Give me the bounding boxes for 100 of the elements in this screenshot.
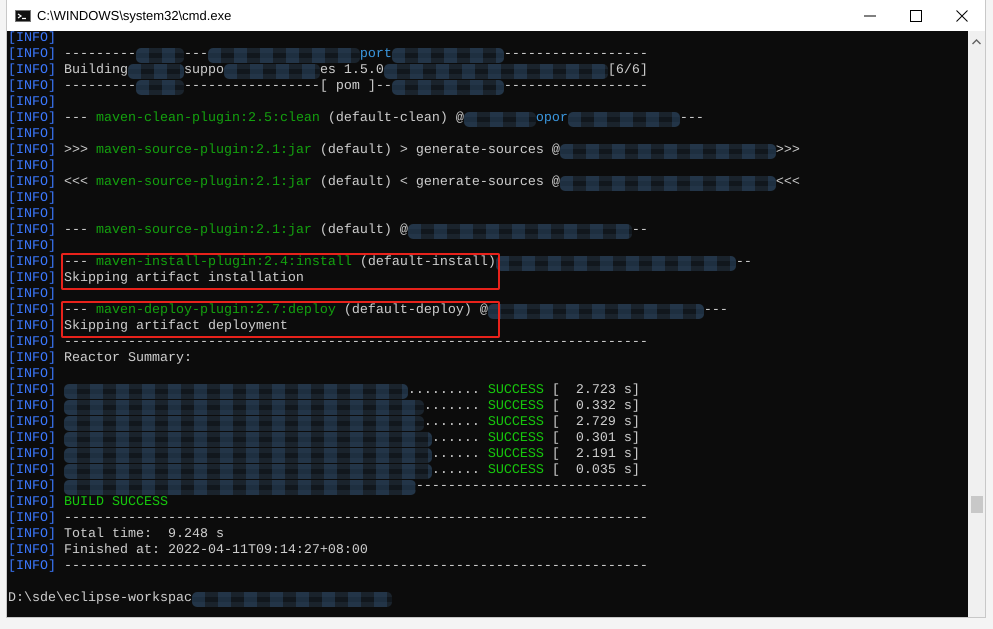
- terminal-icon: [15, 10, 31, 22]
- log-text: [ 2.729 s]: [550, 415, 640, 431]
- log-level-tag: [INFO]: [8, 95, 56, 111]
- status-text: SUCCESS: [488, 431, 544, 447]
- log-text: D:\sde\eclipse-workspac: [8, 591, 192, 607]
- log-level-tag: [INFO]: [8, 527, 56, 543]
- log-text: [ 2.191 s]: [550, 447, 640, 463]
- minimize-icon: [864, 14, 876, 16]
- log-level-tag: [INFO]: [8, 463, 56, 479]
- log-text: -------------------------------------------------------------------------: [64, 511, 648, 527]
- log-level-tag: [INFO]: [8, 79, 56, 95]
- scroll-up-icon[interactable]: [972, 39, 981, 45]
- log-text: ---: [64, 111, 89, 127]
- log-level-tag: [INFO]: [8, 367, 56, 383]
- log-text: ------------------: [504, 79, 648, 95]
- redacted-text: [136, 80, 184, 94]
- plugin-goal: maven-install-plugin:2.4:install: [96, 255, 352, 271]
- log-text: [ 0.035 s]: [550, 463, 640, 479]
- log-text: Building: [64, 63, 128, 79]
- log-level-tag: [INFO]: [8, 447, 56, 463]
- log-level-tag: [INFO]: [8, 511, 56, 527]
- plugin-goal: maven-source-plugin:2.1:jar: [96, 143, 312, 159]
- log-text: [ 0.332 s]: [550, 399, 640, 415]
- log-text: ......: [432, 463, 481, 479]
- log-text: ---: [704, 303, 728, 319]
- log-text: es 1.5.0: [320, 63, 384, 79]
- log-level-tag: [INFO]: [8, 399, 56, 415]
- log-level-tag: [INFO]: [8, 63, 56, 79]
- log-text: <<<: [64, 175, 89, 191]
- log-text: --: [632, 223, 648, 239]
- log-text: .......: [424, 415, 481, 431]
- log-text: ---: [64, 223, 89, 239]
- log-text: (default) > generate-sources @: [318, 143, 560, 159]
- plugin-goal: maven-source-plugin:2.1:jar: [96, 175, 312, 191]
- log-level-tag: [INFO]: [8, 271, 56, 287]
- log-text: [6/6]: [608, 63, 648, 79]
- log-text: ---: [64, 303, 89, 319]
- log-level-tag: [INFO]: [8, 559, 56, 575]
- log-text: Skipping artifact deployment: [64, 319, 288, 335]
- module-name: port: [360, 47, 392, 63]
- module-name: opor: [536, 111, 568, 127]
- log-text: ......: [432, 447, 481, 463]
- log-text: (default-deploy) @: [342, 303, 488, 319]
- log-level-tag: [INFO]: [8, 191, 56, 207]
- plugin-goal: maven-clean-plugin:2.5:clean: [96, 111, 320, 127]
- log-text: .......: [424, 399, 481, 415]
- status-text: SUCCESS: [488, 399, 544, 415]
- log-level-tag: [INFO]: [8, 31, 56, 47]
- log-level-tag: [INFO]: [8, 111, 56, 127]
- log-text: ---: [680, 111, 704, 127]
- log-level-tag: [INFO]: [8, 175, 56, 191]
- log-text: -----------------[ pom ]--: [184, 79, 392, 95]
- log-level-tag: [INFO]: [8, 239, 56, 255]
- close-icon: [956, 10, 968, 22]
- log-text: ---------: [64, 79, 136, 95]
- log-text: [ 2.723 s]: [550, 383, 640, 399]
- window-title: C:\WINDOWS\system32\cmd.exe: [37, 8, 232, 23]
- log-text: Skipping artifact installation: [64, 271, 304, 287]
- log-text: >>>: [776, 143, 800, 159]
- log-text: -------------------------------------------------------------------------: [64, 335, 648, 351]
- log-text: (default-install): [358, 255, 496, 271]
- status-text: SUCCESS: [488, 415, 544, 431]
- log-level-tag: [INFO]: [8, 303, 56, 319]
- log-text: suppo: [184, 63, 224, 79]
- log-text: (default) @: [318, 223, 408, 239]
- log-level-tag: [INFO]: [8, 207, 56, 223]
- plugin-goal: maven-deploy-plugin:2.7:deploy: [96, 303, 336, 319]
- log-level-tag: [INFO]: [8, 431, 56, 447]
- status-text: SUCCESS: [488, 383, 544, 399]
- log-text: [ 0.301 s]: [550, 431, 640, 447]
- log-text: ---------: [64, 47, 136, 63]
- log-level-tag: [INFO]: [8, 351, 56, 367]
- log-level-tag: [INFO]: [8, 415, 56, 431]
- log-text: ------------------: [504, 47, 648, 63]
- scrollbar[interactable]: [968, 31, 985, 617]
- log-level-tag: [INFO]: [8, 127, 56, 143]
- log-level-tag: [INFO]: [8, 319, 56, 335]
- status-text: SUCCESS: [488, 447, 544, 463]
- log-text: Total time: 9.248 s: [64, 527, 224, 543]
- log-level-tag: [INFO]: [8, 159, 56, 175]
- log-text: -----------------------------: [416, 479, 648, 495]
- log-text: .........: [408, 383, 481, 399]
- log-text: >>>: [64, 143, 89, 159]
- log-text: (default) < generate-sources @: [318, 175, 560, 191]
- log-text: (default-clean) @: [326, 111, 464, 127]
- log-level-tag: [INFO]: [8, 479, 56, 495]
- redacted-text: [136, 48, 184, 62]
- plugin-goal: maven-source-plugin:2.1:jar: [96, 223, 312, 239]
- maximize-icon: [910, 10, 922, 22]
- log-level-tag: [INFO]: [8, 223, 56, 239]
- scroll-thumb[interactable]: [970, 496, 982, 513]
- log-text: <<<: [776, 175, 800, 191]
- redacted-text: [128, 64, 184, 78]
- log-text: Reactor Summary:: [64, 351, 192, 367]
- status-text: SUCCESS: [488, 463, 544, 479]
- log-level-tag: [INFO]: [8, 383, 56, 399]
- log-level-tag: [INFO]: [8, 495, 56, 511]
- log-text: Finished at: 2022-04-11T09:14:27+08:00: [64, 543, 368, 559]
- log-level-tag: [INFO]: [8, 287, 56, 303]
- log-text: ---: [184, 47, 208, 63]
